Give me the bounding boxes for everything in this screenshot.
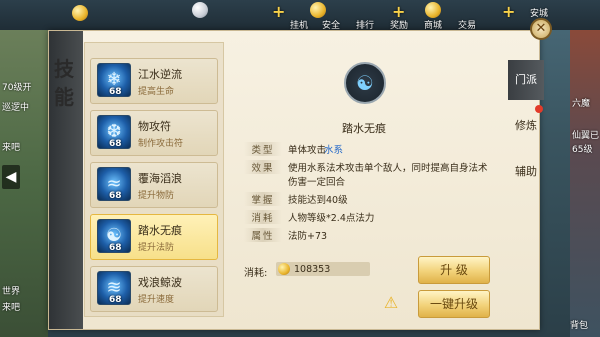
- attr-tag: 类型: [244, 142, 282, 156]
- attr-tag: 掌握: [244, 192, 282, 206]
- cost-value: 108353: [294, 264, 331, 275]
- upgrade-all-button[interactable]: 一键升级: [418, 290, 490, 318]
- coin-icon: [278, 263, 290, 275]
- cost-label: 消耗:: [244, 268, 268, 279]
- right-hud-text: 65级: [572, 145, 593, 155]
- skill-level: 68: [109, 295, 122, 305]
- left-hud-text[interactable]: 世界: [2, 284, 20, 297]
- collapse-arrow-icon[interactable]: ◀: [2, 165, 20, 189]
- skill-item[interactable]: ❄ 68 江水逆流 提高生命: [90, 58, 218, 104]
- add-currency-icon[interactable]: +: [272, 2, 285, 21]
- tab-assist[interactable]: 辅助: [508, 152, 544, 192]
- bag-label[interactable]: 背包: [570, 318, 588, 331]
- skill-desc: 提升物防: [138, 191, 175, 201]
- attr-value: 法防+73: [288, 231, 328, 242]
- skill-item[interactable]: ≋ 68 戏浪鲸波 提升速度: [90, 266, 218, 312]
- skill-name: 戏浪鲸波: [138, 276, 182, 289]
- notification-dot: [535, 105, 543, 113]
- skill-item[interactable]: ≈ 68 覆海滔浪 提升物防: [90, 162, 218, 208]
- left-hud-text: 70级开: [2, 83, 32, 93]
- ingot-icon: [310, 2, 326, 18]
- skill-name: 物攻符: [138, 120, 171, 133]
- attr-value-cont: 伤害一定回合: [288, 177, 346, 188]
- attr-tag: 属性: [244, 228, 282, 242]
- attr-row: 类型 单体攻击: [244, 142, 326, 156]
- skill-desc: 提高生命: [138, 87, 175, 97]
- attr-value: 人物等级*2.4点法力: [288, 213, 375, 224]
- attr-value: 使用水系法术攻击单个敌人，同时提高自身法术: [288, 163, 488, 174]
- attr-element: 水系: [324, 145, 344, 156]
- right-hud-text: 仙翼已: [572, 131, 600, 141]
- skill-name: 踏水无痕: [138, 224, 182, 237]
- skill-desc: 提升速度: [138, 295, 175, 305]
- silver-coin-icon: [192, 2, 208, 18]
- attr-value: 技能达到40级: [288, 195, 348, 206]
- attr-row: 属性 法防+73: [244, 228, 327, 242]
- skill-item[interactable]: ❆ 68 物攻符 制作攻击符: [90, 110, 218, 156]
- detail-skill-name: 踏水无痕: [342, 122, 386, 135]
- skill-level: 68: [109, 243, 122, 253]
- skill-name: 覆海滔浪: [138, 172, 182, 185]
- add-currency-icon[interactable]: +: [502, 2, 515, 21]
- attr-row: 掌握 技能达到40级: [244, 192, 348, 206]
- attr-tag: 效果: [244, 160, 282, 174]
- right-scene: [570, 30, 600, 337]
- upgrade-button[interactable]: 升 级: [418, 256, 490, 284]
- attr-tag: 消耗: [244, 210, 282, 224]
- gold-coin-icon: [72, 5, 88, 21]
- selected-skill-icon: ☯: [344, 62, 386, 104]
- skill-desc: 提升法防: [138, 243, 175, 253]
- attr-row: 消耗 人物等级*2.4点法力: [244, 210, 374, 224]
- ingot-icon: [425, 2, 441, 18]
- skill-level: 68: [109, 139, 122, 149]
- left-hud-text: 来吧: [2, 143, 21, 153]
- panel-title: 技能: [54, 57, 74, 109]
- skill-level: 68: [109, 191, 122, 201]
- skill-desc: 制作攻击符: [138, 139, 184, 149]
- close-icon[interactable]: ✕: [530, 18, 552, 40]
- attr-row: 效果 使用水系法术攻击单个敌人，同时提高自身法术: [244, 160, 488, 174]
- left-hud-text: 来吧: [2, 303, 21, 313]
- left-hud-text: 巡逻中: [2, 103, 30, 113]
- skill-level: 68: [109, 87, 122, 97]
- warning-icon[interactable]: ⚠: [381, 294, 401, 312]
- attr-value: 单体攻击: [288, 145, 327, 156]
- skill-name: 江水逆流: [138, 68, 182, 81]
- skill-item-selected[interactable]: ☯ 68 踏水无痕 提升法防: [90, 214, 218, 260]
- right-hud-text: 六魔: [572, 99, 591, 109]
- tab-sect[interactable]: 门派: [508, 60, 544, 100]
